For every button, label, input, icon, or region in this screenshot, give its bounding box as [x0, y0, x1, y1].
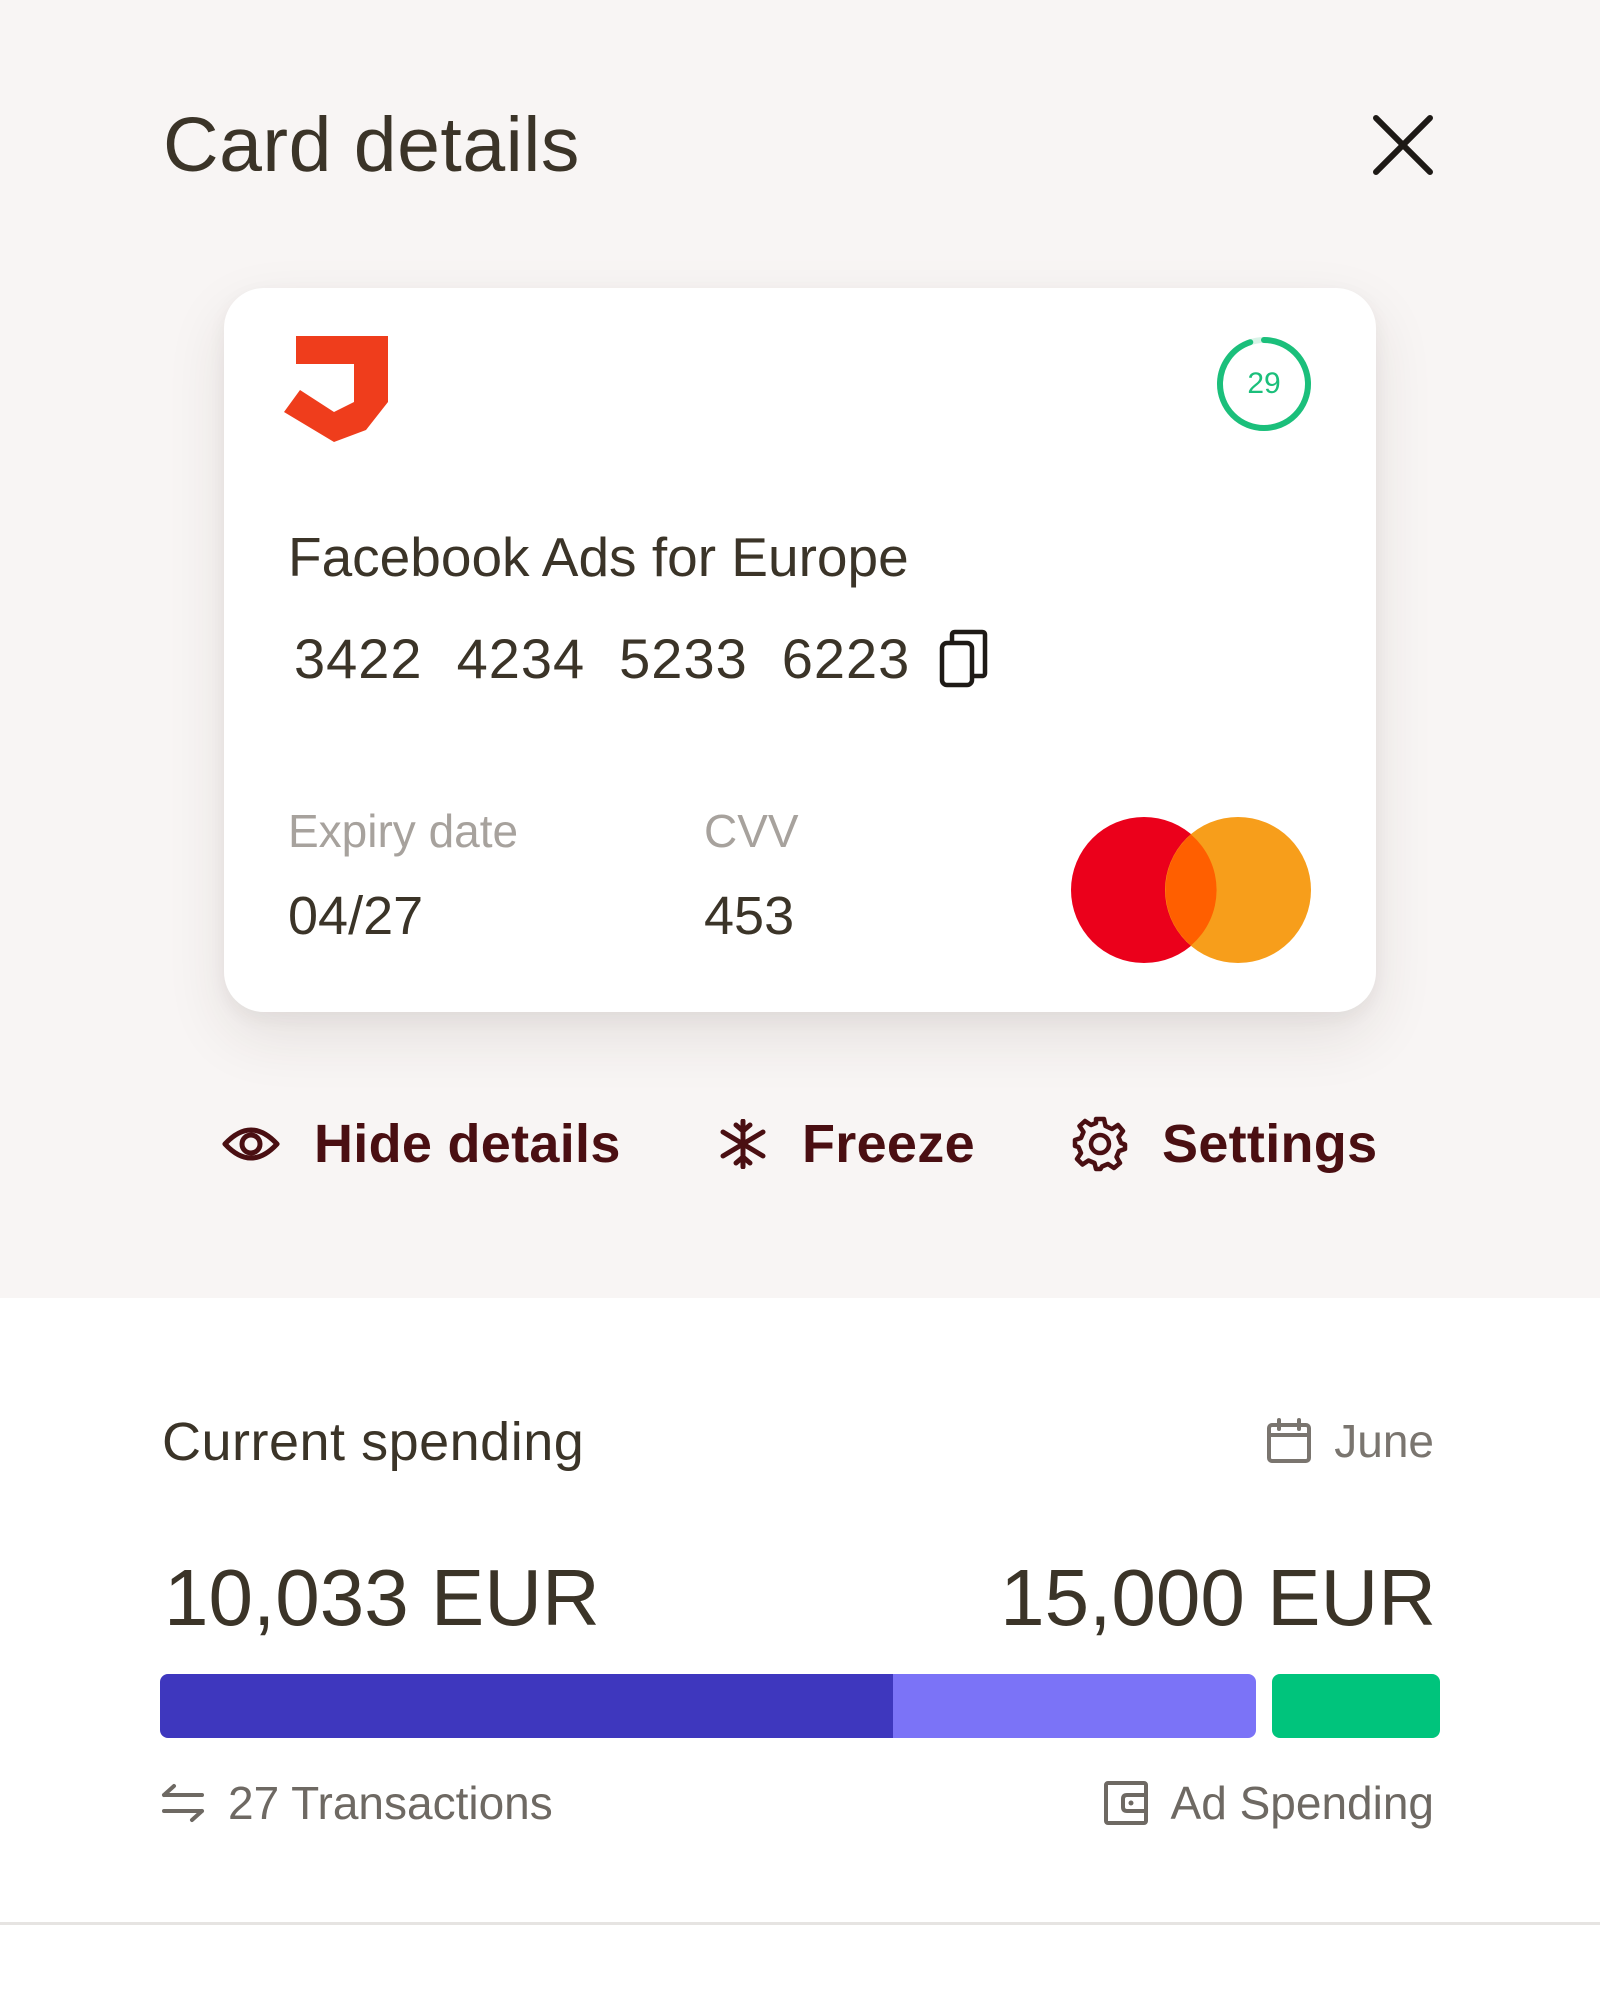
category-label: Ad Spending — [1103, 1776, 1434, 1830]
spending-title: Current spending — [162, 1412, 585, 1472]
month-selector[interactable]: June — [1266, 1414, 1434, 1468]
transactions-link[interactable]: 27 Transactions — [160, 1776, 553, 1830]
eye-icon — [222, 1127, 280, 1161]
calendar-icon — [1267, 1418, 1312, 1463]
page-title: Card details — [163, 102, 580, 188]
spending-progress-bar — [160, 1674, 1440, 1738]
snowflake-icon — [720, 1119, 766, 1169]
expiry-value: 04/27 — [288, 886, 424, 946]
virtual-card: 29 Facebook Ads for Europe 3422 4234 523… — [224, 288, 1376, 1012]
transactions-count: 27 Transactions — [228, 1777, 553, 1829]
card-number-group: 4234 — [456, 627, 586, 690]
settings-button[interactable]: Settings — [1072, 1104, 1377, 1184]
freeze-button[interactable]: Freeze — [718, 1104, 975, 1184]
divider — [0, 1922, 1600, 1925]
close-button[interactable] — [1366, 108, 1440, 182]
hide-details-label: Hide details — [314, 1114, 621, 1174]
card-number-group: 5233 — [619, 627, 748, 690]
hide-details-button[interactable]: Hide details — [222, 1104, 621, 1184]
mastercard-logo-icon — [1071, 817, 1311, 963]
spent-amount: 10,033 EUR — [164, 1553, 600, 1642]
card-name: Facebook Ads for Europe — [288, 526, 909, 588]
close-icon — [1373, 115, 1433, 175]
transfer-arrows-icon — [162, 1784, 204, 1822]
remaining-bar-segment — [893, 1674, 1256, 1738]
category-text: Ad Spending — [1170, 1777, 1434, 1829]
cvv-label: CVV — [704, 805, 799, 857]
settings-label: Settings — [1162, 1114, 1378, 1174]
wallet-icon — [1103, 1781, 1148, 1825]
card-number: 3422 4234 5233 6223 — [294, 626, 988, 692]
cvv-value: 453 — [704, 886, 795, 946]
copy-icon[interactable] — [938, 629, 988, 689]
card-actions: Hide details Freeze Settings — [0, 1104, 1600, 1184]
spent-bar-segment — [160, 1674, 893, 1738]
card-number-group: 3422 — [294, 627, 423, 690]
freeze-label: Freeze — [802, 1114, 975, 1174]
month-label: June — [1334, 1415, 1434, 1467]
expiry-label: Expiry date — [288, 805, 519, 857]
other-bar-segment — [1272, 1674, 1440, 1738]
card-number-group: 6223 — [781, 627, 911, 690]
limit-amount: 15,000 EUR — [1000, 1553, 1436, 1642]
company-logo — [284, 336, 388, 442]
gear-icon — [1072, 1116, 1128, 1172]
countdown-value: 29 — [1247, 367, 1281, 400]
